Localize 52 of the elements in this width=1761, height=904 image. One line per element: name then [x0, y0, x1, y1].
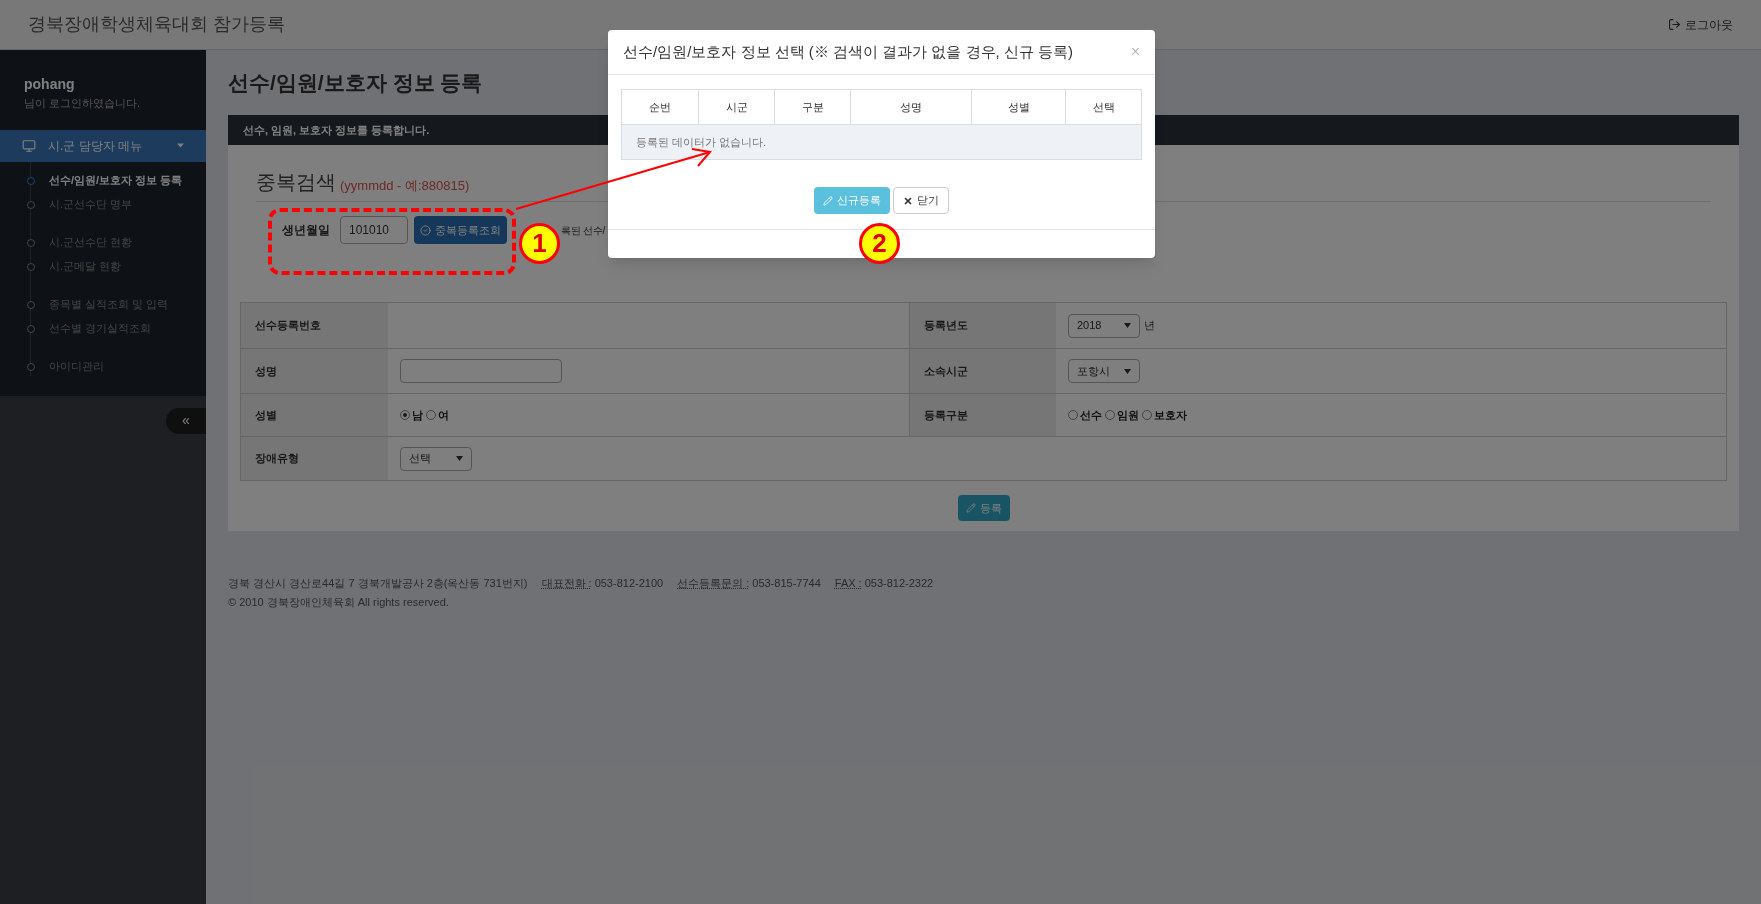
field-label: 생년월일: [282, 222, 330, 239]
birthdate-input-field[interactable]: 101010: [340, 216, 408, 244]
username: pohang: [24, 75, 76, 94]
monitor-icon: [22, 138, 36, 153]
result-note: 록된 선수/: [561, 223, 606, 238]
contact-label: 대표전화 :: [541, 576, 592, 591]
form-label-cell: 소속시군: [909, 349, 1056, 393]
dialog-title: 선수/임원/보호자 정보 선택 (※ 검색이 결과가 없을 경우, 신규 등록): [623, 41, 1073, 62]
form-label-cell: 성별: [241, 394, 388, 436]
select-field[interactable]: 포항시: [1068, 359, 1140, 383]
select-field[interactable]: 선택: [400, 446, 472, 471]
dropdown-caret-icon: [456, 456, 463, 461]
unit-label: 년: [1144, 318, 1155, 334]
select-field[interactable]: 2018: [1068, 313, 1140, 338]
radio-option[interactable]: 선수: [1068, 406, 1102, 424]
radio-option[interactable]: 여: [426, 406, 449, 424]
dropdown-caret-icon: [1124, 368, 1131, 374]
radio-option[interactable]: 보호자: [1142, 406, 1187, 424]
menu-header[interactable]: 시.군 담당자 메뉴: [0, 129, 206, 162]
logout-link[interactable]: 로그아웃: [1668, 15, 1733, 34]
page-title: 선수/임원/보호자 정보 등록: [228, 69, 483, 96]
column-header: 순번: [648, 99, 672, 115]
form-label-cell: 등록구분: [909, 394, 1056, 436]
pencil-icon: [823, 195, 833, 206]
close-icon: [903, 195, 913, 206]
check-circle-icon: [420, 224, 431, 236]
logout-icon: [1668, 18, 1681, 31]
close-dialog-button[interactable]: 닫기: [893, 187, 949, 214]
contact-number: 053-812-2322: [864, 576, 934, 591]
sidebar-item[interactable]: 선수/임원/보호자 정보 등록: [27, 171, 206, 190]
copyright-text: © 2010 경북장애인체육회 All rights reserved.: [228, 594, 450, 610]
contact-number: 053-815-7744: [752, 576, 821, 591]
radio-option[interactable]: 임원: [1105, 406, 1139, 424]
site-title: 경북장애학생체육대회 참가등록: [28, 13, 285, 36]
footer-address: 경북 경산시 경산로44길 7 경북개발공사 2층(옥산동 731번지): [228, 576, 528, 591]
form-label-cell: 선수등록번호: [241, 303, 388, 348]
contact-label: FAX :: [834, 576, 862, 591]
text-input-field[interactable]: [400, 359, 562, 383]
form-label-cell: 장애유형: [241, 437, 388, 480]
contact-label: 선수등록문의 :: [677, 576, 750, 591]
radio-option[interactable]: 남: [400, 406, 423, 424]
pencil-icon: [965, 503, 976, 513]
empty-table-message: 등록된 데이터가 없습니다.: [622, 124, 1141, 159]
form-label-cell: 등록년도: [909, 303, 1056, 348]
duplicate-check-button[interactable]: 중복등록조회: [414, 216, 507, 244]
section-title: 중복검색: [256, 170, 336, 195]
contact-number: 053-812-2100: [594, 576, 664, 591]
section-hint: (yymmdd - 예:880815): [340, 176, 470, 195]
login-note: 님이 로그인하였습니다.: [24, 96, 142, 111]
form-label-cell: 성명: [241, 349, 388, 393]
collapse-sidebar-button[interactable]: «: [166, 407, 206, 434]
dropdown-caret-icon: [1124, 323, 1131, 328]
